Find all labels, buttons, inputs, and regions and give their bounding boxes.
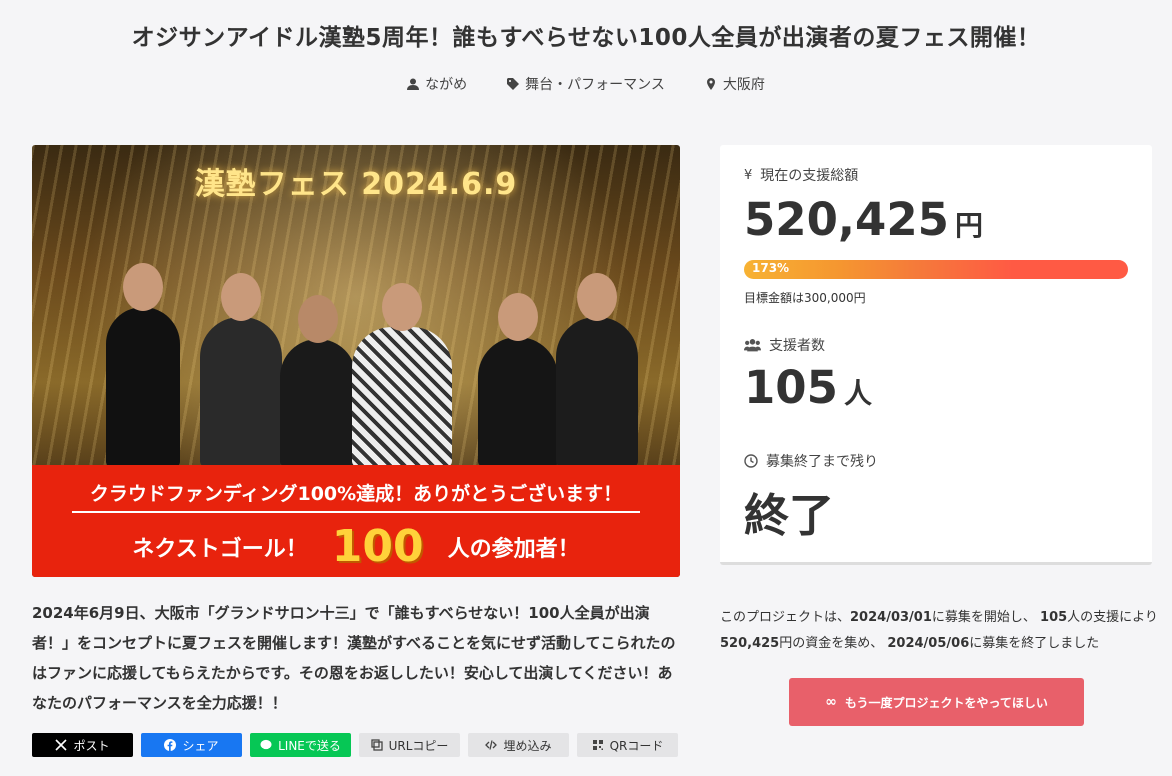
- facebook-icon: [164, 739, 177, 751]
- share-facebook-button[interactable]: シェア: [141, 733, 242, 757]
- hero-title: 漢塾フェス 2024.6.9: [194, 167, 518, 202]
- amount-label: ¥ 現在の支援総額: [744, 165, 858, 185]
- hero-banner: クラウドファンディング100%達成！ありがとうございます！ ネクストゴール！ 1…: [32, 465, 680, 577]
- summary-start-date: 2024/03/01: [850, 610, 932, 625]
- person-figure: [200, 273, 282, 467]
- x-logo-icon: [55, 739, 68, 751]
- clock-icon: [744, 454, 758, 468]
- progress-bar: 173%: [744, 260, 1128, 279]
- supporters-value: 105 人: [744, 361, 872, 414]
- supporters-label-text: 支援者数: [769, 338, 825, 354]
- person-figure: [556, 273, 638, 467]
- share-buttons: ポスト シェア LINEで送る URLコピー 埋め込み QRコード: [32, 733, 678, 757]
- location-name: 大阪府: [722, 77, 765, 93]
- next-goal-number: 100: [331, 521, 424, 572]
- next-goal-suffix: 人の参加者！: [447, 536, 580, 562]
- funding-panel: ¥ 現在の支援総額 520,425 円 173% 目標金額は300,000円 支…: [720, 145, 1152, 565]
- copy-icon: [370, 739, 383, 751]
- person-figure: [478, 293, 558, 467]
- person-figure: [106, 263, 180, 467]
- embed-label: 埋め込み: [503, 738, 552, 753]
- share-facebook-label: シェア: [182, 738, 219, 753]
- request-again-label: もう一度プロジェクトをやってほしい: [844, 695, 1048, 710]
- infinity-icon: ∞: [825, 694, 837, 710]
- summary-end-date: 2024/05/06: [887, 636, 970, 651]
- line-icon: [260, 739, 272, 750]
- project-description: 2024年6月9日、大阪市「グランドサロン十三」で「誰もすべらせない！100人全…: [32, 604, 676, 712]
- hero-image: 漢塾フェス 2024.6.9 クラウドファンディング100%達成！ありがとうござ…: [32, 145, 680, 577]
- qr-code-label: QRコード: [609, 738, 664, 753]
- share-x-button[interactable]: ポスト: [32, 733, 133, 757]
- owner-name: ながめ: [425, 77, 468, 93]
- remaining-text: 終了: [744, 489, 835, 542]
- banner-thanks: クラウドファンディング100%達成！ありがとうございます！: [89, 483, 623, 505]
- url-copy-label: URLコピー: [388, 738, 449, 753]
- next-goal-label: ネクストゴール！: [132, 536, 308, 562]
- summary-count: 105: [1040, 610, 1068, 625]
- summary-text: に募集を開始し、: [931, 610, 1036, 625]
- qr-code-icon: [592, 740, 603, 750]
- location-pin-icon: [706, 78, 715, 90]
- summary-text: に募集を終了しました: [969, 636, 1100, 651]
- amount-number: 520,425: [744, 193, 949, 246]
- summary-text: このプロジェクトは、: [720, 610, 851, 625]
- project-summary: このプロジェクトは、2024/03/01に募集を開始し、 105人の支援により …: [720, 605, 1160, 657]
- project-meta: ながめ 舞台・パフォーマンス 大阪府: [0, 74, 1172, 94]
- supporters-number: 105: [744, 361, 838, 414]
- yen-icon: ¥: [744, 167, 753, 183]
- tag-icon: [507, 78, 520, 90]
- summary-text: 人の支援により: [1067, 610, 1158, 625]
- location-link[interactable]: 大阪府: [705, 74, 765, 94]
- amount-unit: 円: [954, 209, 983, 242]
- goal-amount: 目標金額は300,000円: [744, 291, 866, 305]
- users-icon: [744, 339, 761, 352]
- code-icon: [485, 740, 498, 750]
- supporters-label: 支援者数: [744, 335, 825, 355]
- progress-percent: 173%: [752, 261, 790, 275]
- remaining-value: 終了: [744, 479, 834, 544]
- user-icon: [407, 78, 420, 90]
- project-title: オジサンアイドル漢塾5周年！誰もすべらせない100人全員が出演者の夏フェス開催！: [131, 25, 1041, 51]
- person-figure: [352, 283, 452, 467]
- progress-fill: [744, 260, 1128, 279]
- request-again-button[interactable]: ∞ もう一度プロジェクトをやってほしい: [789, 678, 1084, 726]
- person-figure: [280, 295, 356, 467]
- supporters-unit: 人: [843, 377, 872, 410]
- summary-amount: 520,425: [720, 636, 780, 651]
- qr-code-button[interactable]: QRコード: [577, 733, 678, 757]
- category-link[interactable]: 舞台・パフォーマンス: [507, 74, 665, 94]
- remaining-label-text: 募集終了まで残り: [766, 454, 878, 470]
- share-line-button[interactable]: LINEで送る: [250, 733, 351, 757]
- share-x-label: ポスト: [73, 738, 110, 753]
- remaining-label: 募集終了まで残り: [744, 451, 878, 471]
- share-line-label: LINEで送る: [278, 738, 341, 753]
- url-copy-button[interactable]: URLコピー: [359, 733, 460, 757]
- amount-label-text: 現在の支援総額: [760, 168, 859, 184]
- owner-link[interactable]: ながめ: [407, 74, 467, 94]
- banner-next-goal: ネクストゴール！ 100 人の参加者！: [32, 521, 680, 572]
- embed-button[interactable]: 埋め込み: [468, 733, 569, 757]
- amount-value: 520,425 円: [744, 193, 983, 246]
- summary-text: 円の資金を集め、: [779, 636, 884, 651]
- category-name: 舞台・パフォーマンス: [525, 77, 665, 93]
